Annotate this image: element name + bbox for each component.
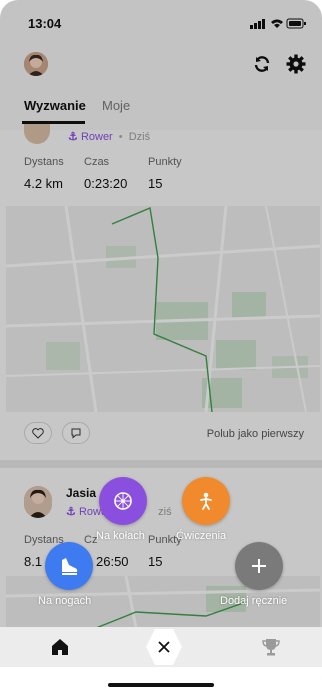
plus-icon bbox=[252, 559, 266, 573]
home-indicator[interactable] bbox=[108, 683, 214, 687]
on-wheels-button[interactable] bbox=[99, 477, 147, 525]
on-foot-label: Na nogach bbox=[38, 595, 92, 607]
home-indicator-area bbox=[0, 667, 322, 693]
home-icon[interactable] bbox=[50, 637, 70, 657]
menu-overlay[interactable] bbox=[0, 0, 322, 627]
wheel-icon bbox=[114, 492, 132, 510]
bottom-nav bbox=[0, 627, 322, 667]
app-screen: 13:04 Wyzwanie Moje ⚓︎ Rower • Dziś Dyst… bbox=[0, 0, 322, 693]
add-manually-button[interactable] bbox=[235, 542, 283, 590]
shoe-icon bbox=[62, 558, 78, 575]
add-manually-label: Dodaj ręcznie bbox=[220, 595, 288, 607]
close-icon bbox=[158, 641, 170, 653]
on-foot-button[interactable] bbox=[45, 542, 93, 590]
exercises-label: Ćwiczenia bbox=[176, 530, 227, 542]
on-wheels-label: Na kołach bbox=[96, 530, 145, 542]
exercise-icon bbox=[200, 492, 212, 510]
trophy-icon[interactable] bbox=[262, 637, 280, 657]
exercises-button[interactable] bbox=[182, 477, 230, 525]
close-menu-button[interactable] bbox=[146, 629, 182, 665]
